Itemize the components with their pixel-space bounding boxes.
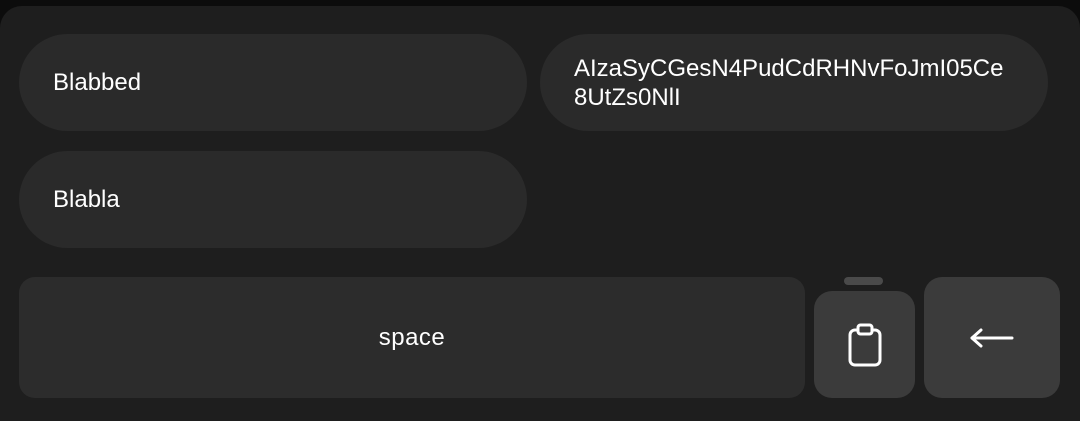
clipboard-item[interactable]: Blabla <box>19 151 527 248</box>
backspace-arrow-icon <box>968 326 1016 350</box>
clipboard-item-text: AIzaSyCGesN4PudCdRHNvFoJmI05Ce8UtZs0NlI <box>574 54 1004 111</box>
clipboard-item[interactable]: AIzaSyCGesN4PudCdRHNvFoJmI05Ce8UtZs0NlI <box>540 34 1048 131</box>
backspace-button[interactable] <box>924 277 1060 398</box>
keyboard-panel: Blabbed AIzaSyCGesN4PudCdRHNvFoJmI05Ce8U… <box>0 6 1080 421</box>
clipboard-item[interactable]: Blabbed <box>19 34 527 131</box>
drag-handle[interactable] <box>844 277 883 285</box>
clipboard-item-text: Blabbed <box>53 69 142 96</box>
space-key[interactable]: space <box>19 277 805 398</box>
space-key-label: space <box>378 323 446 351</box>
clipboard-button[interactable] <box>814 291 915 398</box>
clipboard-icon <box>845 322 885 368</box>
clipboard-item-text: Blabla <box>53 186 120 213</box>
